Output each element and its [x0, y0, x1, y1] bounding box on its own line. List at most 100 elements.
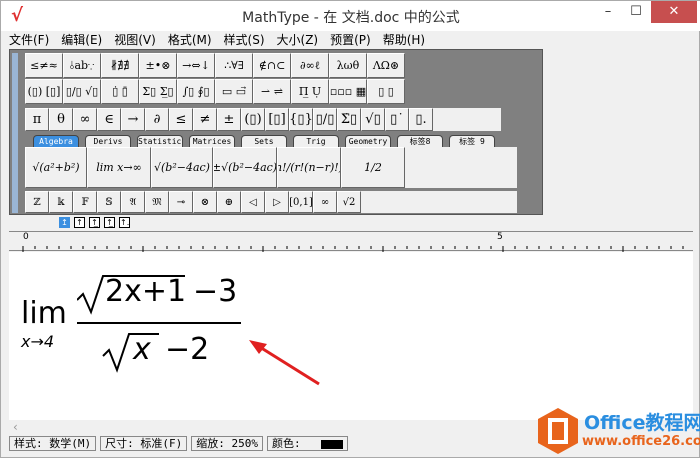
symbol-bar: π θ ∞ ∈ → ∂ ≤ ≠ ± (▯) [▯] {▯} ▯/▯ Σ̇▯ √▯ ▯˙ ▯. — [25, 108, 501, 131]
equation-editor[interactable]: lim x→4 2x+1 −3 x −2 — [9, 252, 693, 420]
symbol-button[interactable]: → — [121, 108, 145, 131]
palette-button[interactable]: ∦∄∄ — [101, 53, 139, 78]
palette-button[interactable]: ▯/▯ √▯ — [63, 79, 101, 104]
palette-button[interactable]: Σ▯ Σ̲▯ — [139, 79, 177, 104]
palette-button[interactable]: ±•⊗ — [139, 53, 177, 78]
template-button[interactable]: n!/(r!(n−r)!) — [277, 147, 341, 188]
symbol-button[interactable]: ▷ — [265, 191, 289, 213]
symbol-button[interactable]: ± — [217, 108, 241, 131]
symbol-button[interactable]: 𝕊 — [97, 191, 121, 213]
template-button[interactable]: (−b±√(b²−4ac))/2a — [213, 147, 277, 188]
numerator-rest: −3 — [193, 274, 238, 309]
palette-button[interactable]: ▭ ▭⃗ — [215, 79, 253, 104]
menu-size[interactable]: 大小(Z) — [277, 31, 319, 49]
tab-matrices[interactable]: Matrices — [189, 135, 235, 147]
symbol-button[interactable]: [▯] — [265, 108, 289, 131]
symbol-button[interactable]: ∞ — [313, 191, 337, 213]
ruler-ticks — [22, 246, 684, 252]
tab-标签8[interactable]: 标签8 — [397, 135, 443, 147]
tab-sets[interactable]: Sets — [241, 135, 287, 147]
symbol-button[interactable]: √2 — [337, 191, 361, 213]
palette-button[interactable]: ∫▯ ∮▯ — [177, 79, 215, 104]
symbol-button[interactable]: ≤ — [169, 108, 193, 131]
small-symbol-bar: ℤ𝕜 𝔽 𝕊 𝔄 𝔐 ⊸ ⊗ ⊕ ◁ ▷ [0,1] ∞ √2 — [25, 191, 517, 213]
symbol-button[interactable]: 𝔄 — [121, 191, 145, 213]
template-bar: √(a²+b²)lim x→∞√(b²−4ac)(−b±√(b²−4ac))/2… — [25, 147, 517, 188]
symbol-button[interactable]: ℤ — [25, 191, 49, 213]
ruler-label-0: 0 — [23, 232, 29, 242]
nudge-button[interactable]: ↑̲ — [104, 217, 115, 228]
close-button[interactable]: ✕ — [651, 1, 697, 23]
watermark: Office教程网 www.office26.com — [536, 406, 700, 456]
symbol-button[interactable]: 𝔽 — [73, 191, 97, 213]
palette-button[interactable]: ▯ ▯ — [367, 79, 405, 104]
palette-button[interactable]: →⇔↓ — [177, 53, 215, 78]
symbol-button[interactable]: ▯/▯ — [313, 108, 337, 131]
tab-trig[interactable]: Trig — [293, 135, 339, 147]
palette-button[interactable]: ∉∩⊂ — [253, 53, 291, 78]
tab-statistics[interactable]: Statistics — [137, 135, 183, 147]
template-button[interactable]: √(a²+b²) — [25, 147, 87, 188]
menu-format[interactable]: 格式(M) — [168, 31, 212, 49]
palette-button[interactable]: ▯̇ ▯̄ — [101, 79, 139, 104]
menu-help[interactable]: 帮助(H) — [383, 31, 425, 49]
symbol-button[interactable]: π — [25, 108, 49, 131]
palette-button[interactable]: ⇀ ⇌ — [253, 79, 291, 104]
nudge-button[interactable]: ↥ — [59, 217, 70, 228]
nudge-button[interactable]: ↑̲ — [89, 217, 100, 228]
palette-button[interactable]: ∂∞ℓ — [291, 53, 329, 78]
symbol-button[interactable]: ◁ — [241, 191, 265, 213]
symbol-button[interactable]: ∈ — [97, 108, 121, 131]
palette-button[interactable]: ≤≠≈ — [25, 53, 63, 78]
menu-edit[interactable]: 编辑(E) — [61, 31, 102, 49]
symbol-button[interactable]: ∞ — [73, 108, 97, 131]
symbol-button[interactable]: (▯) — [241, 108, 265, 131]
symbol-button[interactable]: ⊕ — [217, 191, 241, 213]
maximize-button[interactable]: ☐ — [621, 1, 651, 23]
symbol-button[interactable]: ⊗ — [193, 191, 217, 213]
toolbar-grip[interactable] — [12, 53, 18, 213]
menu-style[interactable]: 样式(S) — [224, 31, 265, 49]
symbol-button[interactable]: 𝔐 — [145, 191, 169, 213]
symbol-button[interactable]: Σ̇▯ — [337, 108, 361, 131]
color-swatch — [321, 439, 344, 449]
symbol-button[interactable]: ⊸ — [169, 191, 193, 213]
nudge-button[interactable]: ↑ — [74, 217, 85, 228]
symbol-button[interactable]: ▯. — [409, 108, 433, 131]
symbol-button[interactable]: ≠ — [193, 108, 217, 131]
tab-derivs[interactable]: Derivs — [85, 135, 131, 147]
red-arrow-annotation — [249, 340, 320, 386]
palette-row-2: (▯) [▯] ▯/▯ √▯ ▯̇ ▯̄ Σ▯ Σ̲▯ ∫▯ ∮▯ ▭ ▭⃗ ⇀ ⇌ Π̲ Ụ… — [25, 79, 405, 104]
nudge-buttons: ↥ ↑ ↑̲ ↑̲ ↑. — [59, 217, 130, 228]
palette-button[interactable]: λωθ — [329, 53, 367, 78]
palette-button[interactable]: ΛΩ⊛ — [367, 53, 405, 78]
symbol-button[interactable]: ▯˙ — [385, 108, 409, 131]
symbol-button[interactable]: 𝕜 — [49, 191, 73, 213]
symbol-button[interactable]: θ — [49, 108, 73, 131]
menu-preferences[interactable]: 预置(P) — [330, 31, 371, 49]
symbol-button[interactable]: {▯} — [289, 108, 313, 131]
symbol-button[interactable]: ∂ — [145, 108, 169, 131]
minimize-button[interactable]: – — [593, 1, 623, 23]
template-button[interactable]: 1/2 — [341, 147, 405, 188]
palette-button[interactable]: ∴∀∃ — [215, 53, 253, 78]
ruler[interactable]: 0 5 — [9, 231, 693, 252]
nudge-button[interactable]: ↑. — [119, 217, 130, 228]
menu-view[interactable]: 视图(V) — [114, 31, 156, 49]
symbol-button[interactable]: √▯ — [361, 108, 385, 131]
palette-button[interactable]: (▯) [▯] — [25, 79, 63, 104]
tab-geometry[interactable]: Geometry — [345, 135, 391, 147]
template-button[interactable]: √(b²−4ac) — [151, 147, 213, 188]
template-button[interactable]: lim x→∞ — [87, 147, 151, 188]
tab-algebra[interactable]: Algebra — [33, 135, 79, 147]
palette-button[interactable]: ▫▫▫ ▦ — [329, 79, 367, 104]
symbol-button[interactable]: [0,1] — [289, 191, 313, 213]
tab-标签9[interactable]: 标签 9 — [449, 135, 495, 147]
scroll-left-icon[interactable]: ‹ — [13, 420, 18, 434]
eq-subscript: x→4 — [21, 332, 55, 351]
palette-button[interactable]: ⫰ab∵ — [63, 53, 101, 78]
status-color: 颜色: — [267, 436, 349, 451]
menu-file[interactable]: 文件(F) — [9, 31, 49, 49]
status-bar: 样式: 数学(M) 尺寸: 标准(F) 缩放: 250% 颜色: — [9, 436, 349, 451]
palette-button[interactable]: Π̲ Ụ — [291, 79, 329, 104]
